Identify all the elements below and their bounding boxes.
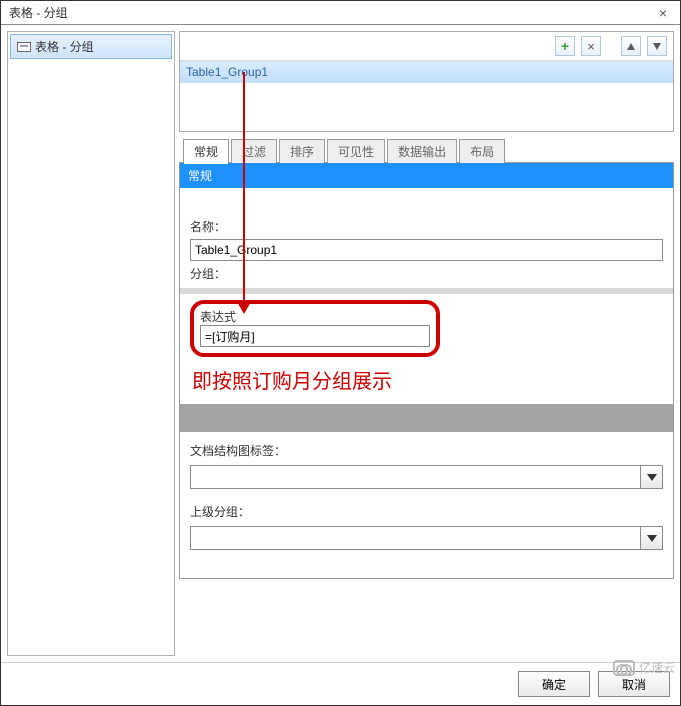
close-icon[interactable]: × [654, 4, 672, 22]
tab-filter[interactable]: 过滤 [231, 139, 277, 163]
tab-general[interactable]: 常规 [183, 139, 229, 163]
add-group-button[interactable]: + [555, 36, 575, 56]
expression-input[interactable] [200, 325, 430, 347]
tree-item-table-group[interactable]: 表格 - 分组 [10, 34, 172, 59]
doc-map-combo[interactable] [190, 465, 641, 489]
tab-sort[interactable]: 排序 [279, 139, 325, 163]
move-down-button[interactable] [647, 36, 667, 56]
move-up-button[interactable] [621, 36, 641, 56]
group-list-item[interactable]: Table1_Group1 [180, 61, 673, 83]
name-label: 名称： [190, 218, 663, 235]
tab-data-output[interactable]: 数据输出 [387, 139, 457, 163]
annotation-text: 即按照订购月分组展示 [192, 365, 663, 394]
dialog-title: 表格 - 分组 [9, 4, 68, 21]
ok-button[interactable]: 确定 [518, 671, 590, 697]
section-header-general: 常规 [180, 163, 673, 188]
delete-group-button[interactable]: × [581, 36, 601, 56]
plus-icon: + [561, 38, 569, 54]
parent-group-label: 上级分组： [190, 503, 663, 520]
doc-map-label: 文档结构图标签： [190, 442, 663, 459]
arrow-up-icon [627, 43, 635, 50]
group-label: 分组： [190, 265, 663, 282]
tree-item-label: 表格 - 分组 [35, 38, 94, 55]
table-icon [17, 42, 31, 52]
chevron-down-icon [647, 474, 657, 481]
chevron-down-icon [647, 535, 657, 542]
annotation-highlight: 表达式 [190, 300, 440, 357]
groups-list-box: + × Table1_Group1 [179, 31, 674, 132]
name-input[interactable] [190, 239, 663, 261]
tree-panel: 表格 - 分组 [7, 31, 175, 656]
tab-visibility[interactable]: 可见性 [327, 139, 385, 163]
arrow-down-icon [653, 43, 661, 50]
x-icon: × [587, 39, 595, 54]
doc-map-dropdown-button[interactable] [641, 465, 663, 489]
parent-group-combo[interactable] [190, 526, 641, 550]
parent-group-dropdown-button[interactable] [641, 526, 663, 550]
expression-label: 表达式 [200, 308, 430, 325]
cancel-button[interactable]: 取消 [598, 671, 670, 697]
tab-layout[interactable]: 布局 [459, 139, 505, 163]
tabs-bar: 常规 过滤 排序 可见性 数据输出 布局 [179, 138, 674, 163]
